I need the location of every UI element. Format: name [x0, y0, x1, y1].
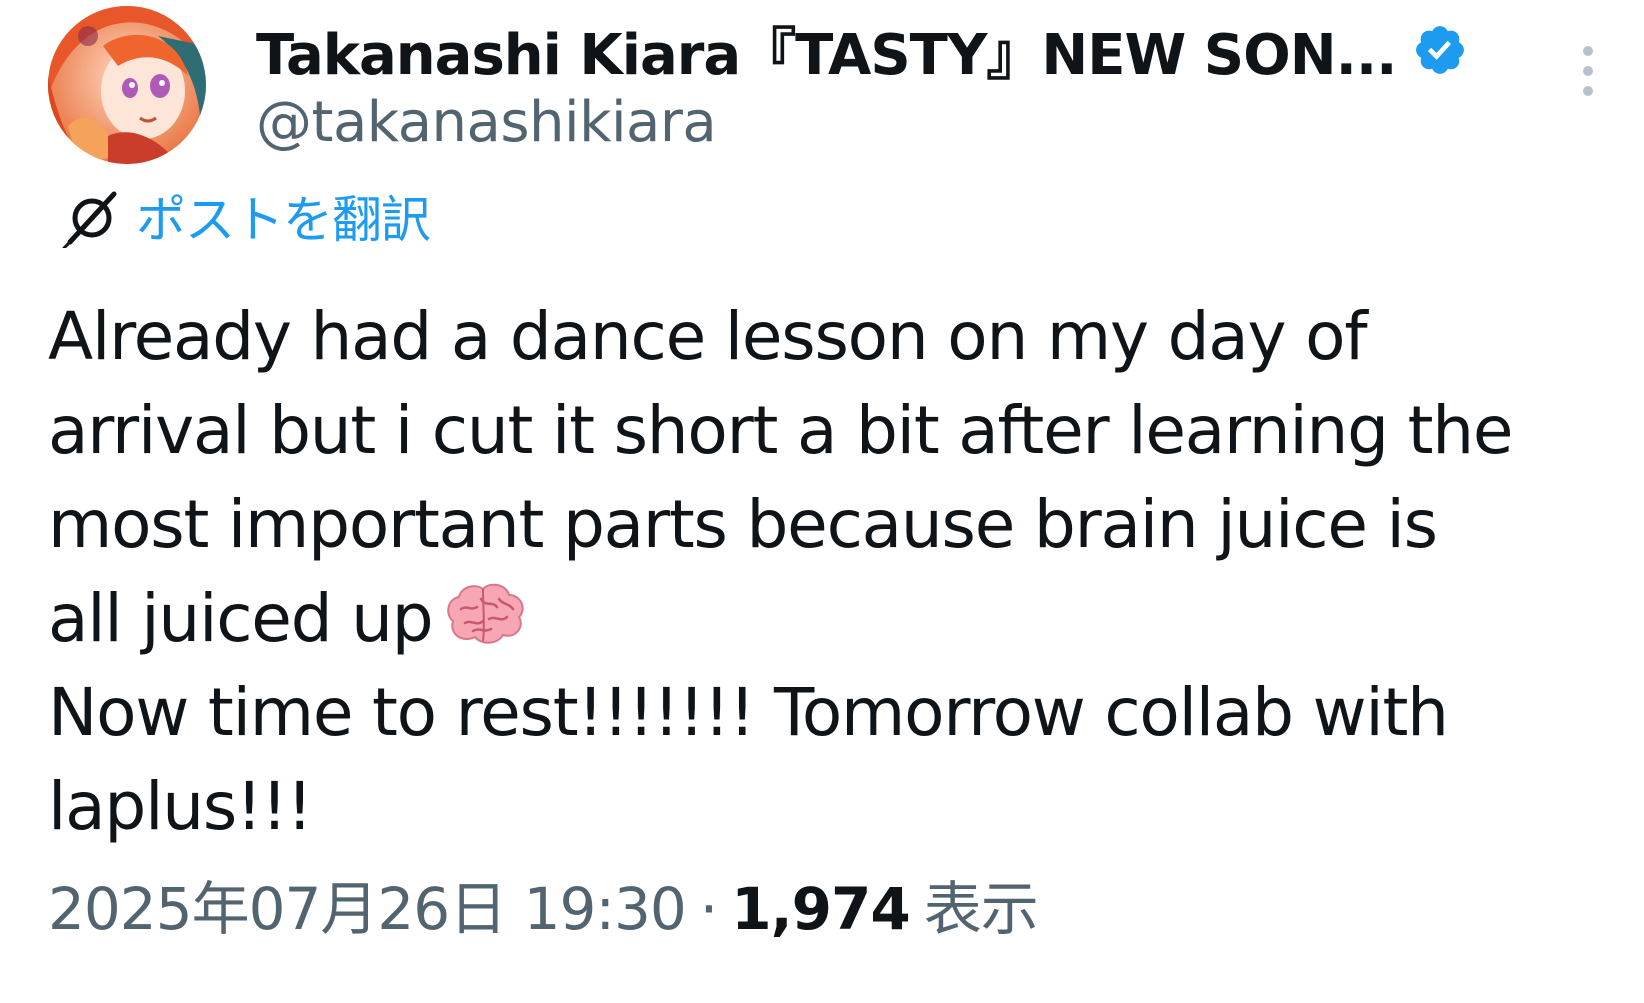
- post-meta: 2025年07月26日 19:30 · 1,974 表示: [48, 862, 1039, 946]
- display-name-row[interactable]: Takanashi Kiara『TASTY』NEW SON...: [256, 10, 1496, 90]
- post-body-line: Now time to rest!!!!!!! Tomorrow collab …: [48, 674, 1449, 751]
- more-dot: [1583, 66, 1593, 76]
- author-handle[interactable]: @takanashikiara: [256, 90, 1496, 155]
- post-body-line: Already had a dance lesson on my day of: [48, 298, 1368, 375]
- meta-separator: ·: [699, 875, 718, 943]
- views-count[interactable]: 1,974: [731, 875, 910, 943]
- post-body-line: arrival but i cut it short a bit after l…: [48, 392, 1514, 469]
- avatar[interactable]: [48, 6, 206, 164]
- post-timestamp[interactable]: 2025年07月26日 19:30: [48, 875, 687, 943]
- views-label[interactable]: 表示: [924, 875, 1039, 943]
- author-display-name[interactable]: Takanashi Kiara『TASTY』NEW SON...: [256, 10, 1397, 91]
- post-body-line: laplus!!!: [48, 768, 313, 845]
- post-body-line: most important parts because brain juice…: [48, 486, 1438, 563]
- post-body: Already had a dance lesson on my day of …: [48, 290, 1608, 854]
- post-body-line: all juiced up: [48, 580, 434, 657]
- more-dot: [1583, 86, 1593, 96]
- post-body-line-with-emoji: all juiced up: [48, 572, 1608, 666]
- author-names: Takanashi Kiara『TASTY』NEW SON... @takana…: [256, 10, 1496, 155]
- brain-emoji-icon: [443, 580, 527, 648]
- post-header: Takanashi Kiara『TASTY』NEW SON... @takana…: [48, 6, 1608, 166]
- translate-icon: [62, 184, 126, 250]
- translate-post-button[interactable]: ポストを翻訳: [62, 180, 431, 252]
- more-dot: [1583, 46, 1593, 56]
- post: Takanashi Kiara『TASTY』NEW SON... @takana…: [0, 0, 1644, 1003]
- more-vertical-icon[interactable]: [1568, 36, 1608, 106]
- translate-label[interactable]: ポストを翻訳: [136, 180, 431, 252]
- verified-badge-icon: [1412, 22, 1468, 78]
